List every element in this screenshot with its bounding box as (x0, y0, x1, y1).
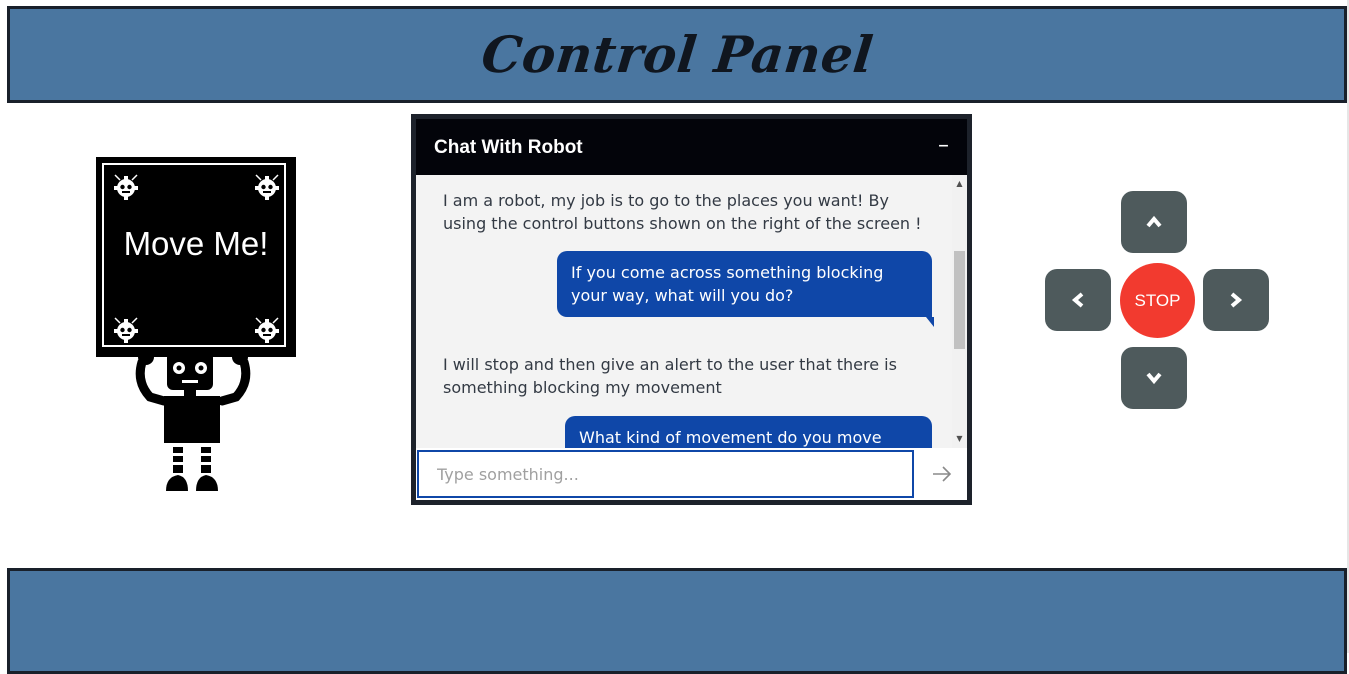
minimize-button[interactable]: – (938, 133, 949, 158)
chat-header: Chat With Robot – (416, 119, 967, 175)
footer-banner (7, 568, 1347, 674)
robot-message: I am a robot, my job is to go to the pla… (443, 191, 922, 233)
chat-widget: Chat With Robot – I am a robot, my job i… (411, 114, 972, 505)
robot-gear-icon (114, 174, 138, 200)
chevron-left-icon (1071, 292, 1084, 308)
move-left-button[interactable] (1045, 269, 1111, 331)
scroll-down-arrow-icon[interactable]: ▼ (952, 432, 967, 446)
page-title: Control Panel (478, 25, 876, 84)
stop-button[interactable]: STOP (1120, 263, 1195, 338)
sign-text: Move Me! (123, 225, 269, 262)
chat-message-input[interactable] (417, 450, 914, 498)
user-message: What kind of movement do you move with? (565, 416, 932, 448)
chevron-right-icon (1230, 292, 1243, 308)
move-down-button[interactable] (1121, 347, 1187, 409)
move-up-button[interactable] (1121, 191, 1187, 253)
robot-gear-icon (255, 317, 279, 343)
scroll-up-arrow-icon[interactable]: ▲ (952, 177, 967, 191)
send-button[interactable] (919, 450, 965, 498)
robot-gear-icon (255, 174, 279, 200)
user-message-tail (926, 317, 934, 327)
chat-input-row (416, 448, 967, 500)
robot-gear-icon (114, 317, 138, 343)
chat-title: Chat With Robot (434, 137, 583, 158)
arrow-right-icon (933, 466, 952, 482)
robot-illustration[interactable]: Move Me! (96, 157, 302, 497)
scroll-thumb[interactable] (954, 251, 965, 349)
user-message: If you come across something blocking yo… (557, 251, 932, 317)
chat-scrollbar[interactable]: ▲ ▼ (952, 175, 967, 448)
chat-messages[interactable]: I am a robot, my job is to go to the pla… (416, 175, 967, 448)
chevron-down-icon (1146, 372, 1162, 385)
chevron-up-icon (1146, 215, 1162, 228)
move-me-sign[interactable]: Move Me! (96, 157, 296, 357)
move-right-button[interactable] (1203, 269, 1269, 331)
robot-message: I will stop and then give an alert to th… (443, 355, 897, 397)
header-banner: Control Panel (7, 6, 1347, 103)
